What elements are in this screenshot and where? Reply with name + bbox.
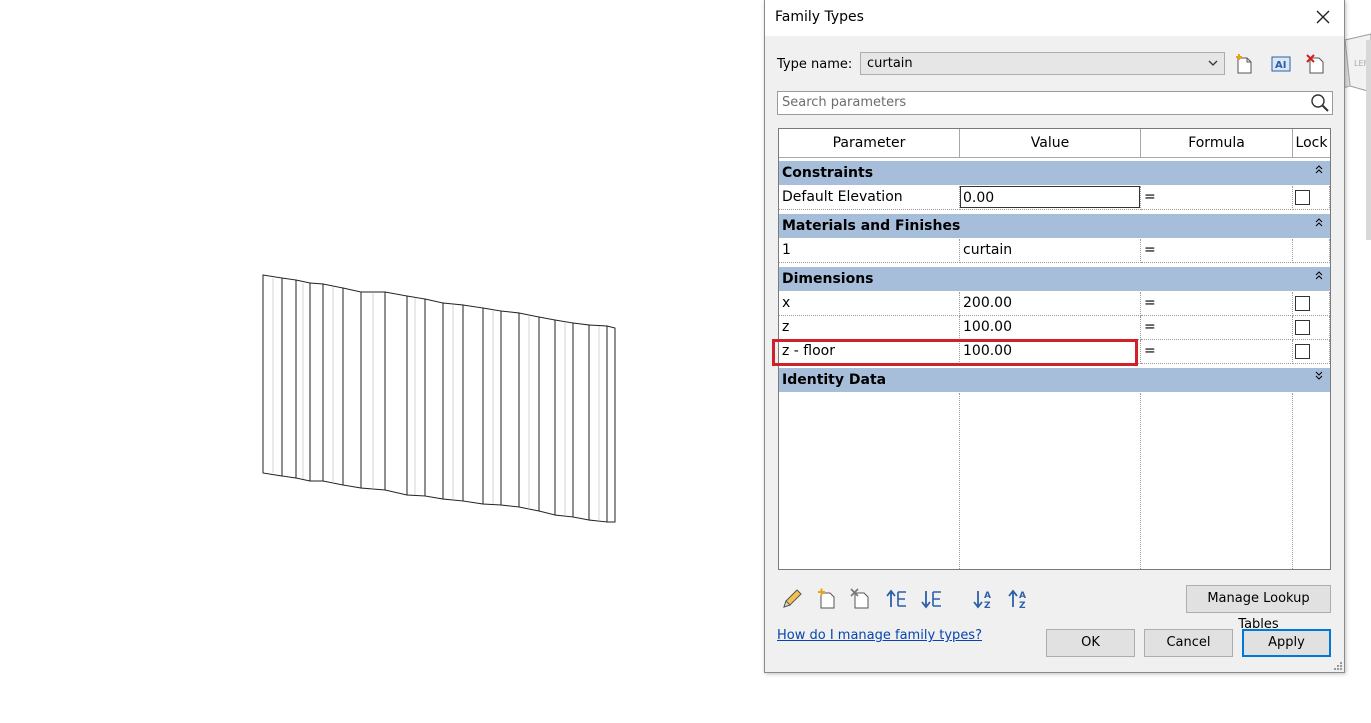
svg-text:Z: Z bbox=[984, 601, 991, 611]
value-cell[interactable]: 200.00 bbox=[960, 292, 1141, 316]
collapse-icon[interactable] bbox=[1314, 216, 1324, 228]
table-row: Default Elevation 0.00 = bbox=[779, 186, 1330, 210]
group-materials[interactable]: Materials and Finishes bbox=[779, 214, 1330, 238]
resize-grip-icon[interactable] bbox=[1332, 660, 1342, 670]
value-cell[interactable]: curtain bbox=[960, 239, 1141, 263]
header-value[interactable]: Value bbox=[960, 129, 1141, 158]
family-types-dialog: Family Types Type name: curtain AI Searc… bbox=[764, 0, 1345, 673]
value-cell[interactable]: 100.00 bbox=[960, 316, 1141, 340]
group-label: Constraints bbox=[782, 165, 874, 181]
svg-text:AI: AI bbox=[1275, 60, 1286, 71]
param-name: z - floor bbox=[779, 340, 960, 364]
lock-checkbox[interactable] bbox=[1295, 320, 1310, 335]
search-input[interactable]: Search parameters bbox=[777, 91, 1333, 115]
table-row: 1 curtain = bbox=[779, 239, 1330, 263]
expand-icon[interactable] bbox=[1314, 370, 1324, 382]
value-cell[interactable]: 100.00 bbox=[960, 340, 1141, 364]
param-name: Default Elevation bbox=[779, 186, 960, 210]
empty-column bbox=[779, 393, 960, 569]
move-down-icon[interactable] bbox=[920, 587, 944, 611]
viewport-scrollbar[interactable] bbox=[1366, 40, 1371, 240]
group-label: Identity Data bbox=[782, 372, 887, 388]
empty-column bbox=[1141, 393, 1293, 569]
chevron-down-icon bbox=[1208, 60, 1218, 66]
cancel-button[interactable]: Cancel bbox=[1144, 629, 1233, 657]
group-dimensions[interactable]: Dimensions bbox=[779, 267, 1330, 291]
apply-button[interactable]: Apply bbox=[1242, 629, 1331, 657]
formula-cell[interactable]: = bbox=[1141, 316, 1293, 340]
delete-parameter-icon[interactable] bbox=[849, 587, 873, 611]
svg-text:Z: Z bbox=[1019, 601, 1026, 611]
edit-parameter-icon[interactable] bbox=[780, 587, 804, 611]
formula-cell[interactable]: = bbox=[1141, 186, 1293, 210]
move-up-icon[interactable] bbox=[885, 587, 909, 611]
manage-lookup-tables-button[interactable]: Manage Lookup Tables bbox=[1186, 585, 1331, 632]
formula-cell[interactable]: = bbox=[1141, 292, 1293, 316]
param-name: z bbox=[779, 316, 960, 340]
dialog-title: Family Types bbox=[775, 9, 864, 25]
model-viewport[interactable] bbox=[0, 0, 764, 723]
lock-checkbox[interactable] bbox=[1295, 190, 1310, 205]
param-name: 1 bbox=[779, 239, 960, 263]
curtain-model bbox=[262, 274, 616, 523]
delete-type-icon[interactable] bbox=[1305, 53, 1327, 75]
table-row: z 100.00 = bbox=[779, 316, 1330, 340]
close-icon[interactable] bbox=[1310, 4, 1336, 30]
sort-ascending-icon[interactable]: A Z bbox=[972, 587, 996, 611]
header-formula[interactable]: Formula bbox=[1141, 129, 1293, 158]
ok-button[interactable]: OK bbox=[1046, 629, 1135, 657]
new-parameter-icon[interactable] bbox=[815, 587, 839, 611]
group-identity[interactable]: Identity Data bbox=[779, 368, 1330, 392]
header-lock[interactable]: Lock bbox=[1293, 129, 1330, 158]
search-icon[interactable] bbox=[1310, 93, 1330, 113]
value-input[interactable]: 0.00 bbox=[960, 186, 1140, 208]
formula-cell[interactable]: = bbox=[1141, 340, 1293, 364]
lock-checkbox[interactable] bbox=[1295, 296, 1310, 311]
dialog-titlebar[interactable]: Family Types bbox=[765, 0, 1344, 36]
parameter-grid: Parameter Value Formula Lock Constraints… bbox=[778, 128, 1331, 570]
lock-checkbox[interactable] bbox=[1295, 344, 1310, 359]
collapse-icon[interactable] bbox=[1314, 163, 1324, 175]
type-name-label: Type name: bbox=[777, 57, 853, 72]
empty-column bbox=[960, 393, 1141, 569]
group-label: Dimensions bbox=[782, 271, 874, 287]
new-type-icon[interactable] bbox=[1233, 53, 1255, 75]
table-row: x 200.00 = bbox=[779, 292, 1330, 316]
type-name-select[interactable]: curtain bbox=[860, 52, 1225, 75]
table-row: z - floor 100.00 = bbox=[779, 340, 1330, 364]
rename-type-icon[interactable]: AI bbox=[1270, 53, 1292, 75]
type-name-value: curtain bbox=[867, 56, 913, 71]
svg-text:A: A bbox=[984, 591, 991, 601]
value-cell[interactable]: 0.00 bbox=[960, 186, 1141, 210]
collapse-icon[interactable] bbox=[1314, 269, 1324, 281]
group-label: Materials and Finishes bbox=[782, 218, 961, 234]
header-parameter[interactable]: Parameter bbox=[779, 129, 960, 158]
param-name: x bbox=[779, 292, 960, 316]
sort-descending-icon[interactable]: A Z bbox=[1007, 587, 1031, 611]
group-constraints[interactable]: Constraints bbox=[779, 161, 1330, 185]
help-link[interactable]: How do I manage family types? bbox=[777, 628, 982, 643]
svg-text:A: A bbox=[1019, 591, 1026, 601]
lock-cell bbox=[1293, 239, 1330, 263]
formula-cell[interactable]: = bbox=[1141, 239, 1293, 263]
